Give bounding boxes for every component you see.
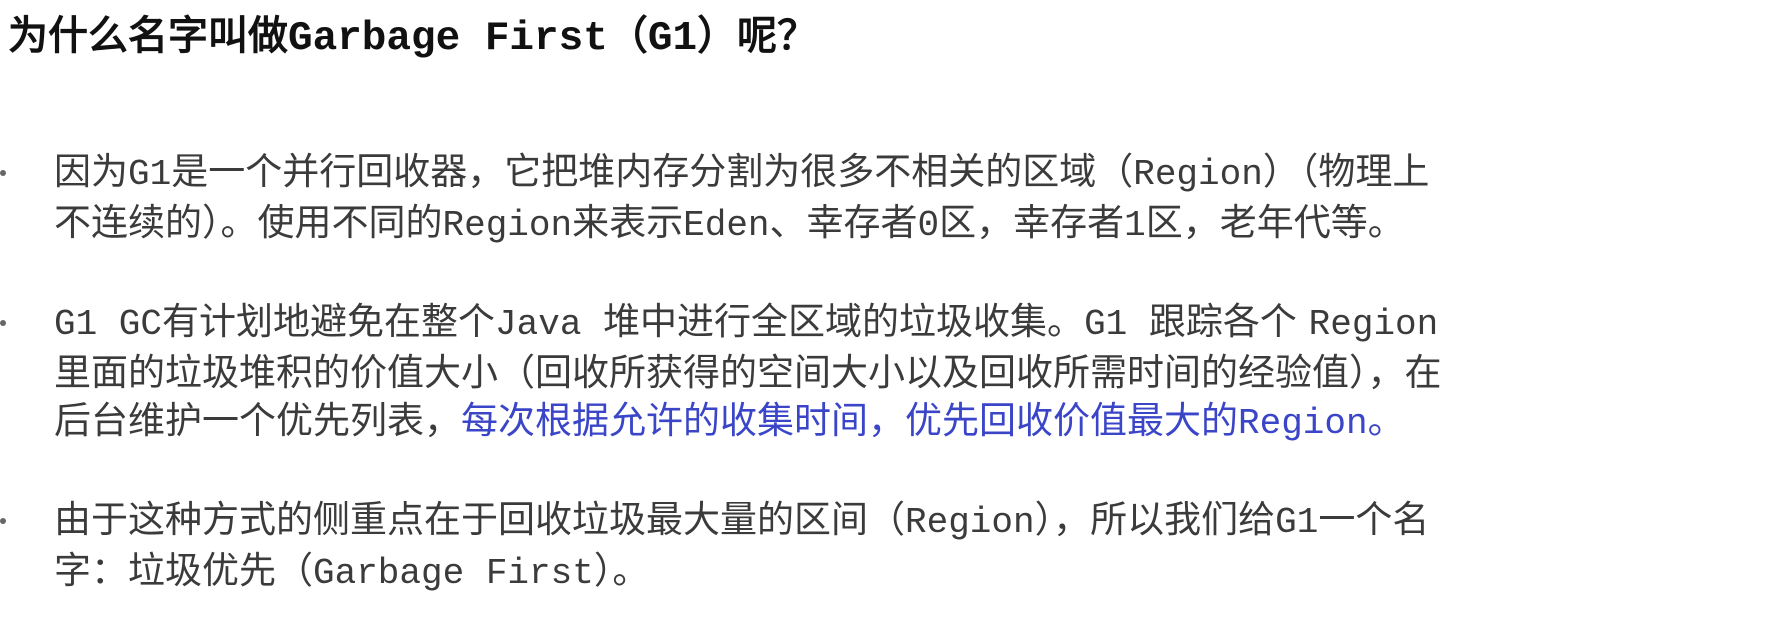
text-run: 1 <box>1124 205 1146 246</box>
bullet-item-priority-list: G1 GC有计划地避免在整个Java 堆中进行全区域的垃圾收集。G1 跟踪各个 … <box>0 298 1768 448</box>
text-run: 堆中进行全区域的垃圾收集。 <box>603 300 1085 343</box>
title-abbr: G1 <box>647 16 698 62</box>
bullet-line: G1 GC有计划地避免在整个Java 堆中进行全区域的垃圾收集。G1 跟踪各个 … <box>54 298 1756 349</box>
bullet-dot-icon <box>0 320 6 326</box>
text-run: Java <box>495 304 604 345</box>
text-run: 有计划地避免在整个 <box>162 300 496 343</box>
text-run: G1 <box>1084 304 1149 345</box>
bullet-line: 由于这种方式的侧重点在于回收垃圾最大量的区间（Region），所以我们给G1一个… <box>54 496 1756 547</box>
text-run: 字：垃圾优先（ <box>54 549 313 592</box>
text-run: ）（物理上 <box>1262 150 1430 193</box>
bullet-item-parallel-collector: 因为G1是一个并行回收器，它把堆内存分割为很多不相关的区域（Region）（物理… <box>0 148 1768 250</box>
bullet-line: 因为G1是一个并行回收器，它把堆内存分割为很多不相关的区域（Region）（物理… <box>54 148 1756 199</box>
bullet-list: 因为G1是一个并行回收器，它把堆内存分割为很多不相关的区域（Region）（物理… <box>0 148 1768 598</box>
title-term: Garbage First <box>288 16 608 62</box>
page-title: 为什么名字叫做Garbage First（G1）呢？ <box>8 8 817 67</box>
text-run: Region <box>1308 304 1439 345</box>
bullet-item-garbage-first-name: 由于这种方式的侧重点在于回收垃圾最大量的区间（Region），所以我们给G1一个… <box>0 496 1768 598</box>
highlighted-text: 。 <box>1367 399 1405 442</box>
bullet-line: 不连续的）。使用不同的Region来表示Eden、幸存者0区，幸存者1区，老年代… <box>54 199 1756 250</box>
text-run: Eden <box>683 205 770 246</box>
bullet-dot-icon <box>0 518 6 524</box>
text-run: Garbage First <box>313 553 594 594</box>
bullet-line: 字：垃圾优先（Garbage First）。 <box>54 547 1756 598</box>
text-run: G1 <box>1275 502 1319 543</box>
text-run: 是一个并行回收器，它把堆内存分割为很多不相关的区域（ <box>171 150 1134 193</box>
text-run: 区，老年代等。 <box>1145 201 1405 244</box>
text-run: Region <box>905 502 1035 543</box>
text-run: 跟踪各个 <box>1148 300 1309 343</box>
highlighted-text: 每次根据允许的收集时间，优先回收价值最大的 <box>461 399 1238 442</box>
title-suffix: 呢？ <box>737 13 818 59</box>
text-run: G1 GC <box>54 304 163 345</box>
text-run: ），所以我们给 <box>1034 498 1276 541</box>
bullet-line: 后台维护一个优先列表，每次根据允许的收集时间，优先回收价值最大的Region。 <box>54 397 1756 448</box>
text-run: 区，幸存者 <box>939 201 1125 244</box>
title-paren-close: ） <box>697 13 738 59</box>
bullet-line: 里面的垃圾堆积的价值大小（回收所获得的空间大小以及回收所需时间的经验值），在 <box>54 349 1756 397</box>
text-run: 由于这种方式的侧重点在于回收垃圾最大量的区间（ <box>54 498 905 541</box>
highlighted-text: Region <box>1238 403 1368 444</box>
text-run: 来表示 <box>572 201 684 244</box>
text-run: Region <box>1133 154 1263 195</box>
text-run: 后台维护一个优先列表， <box>54 399 461 442</box>
text-run: G1 <box>128 154 172 195</box>
text-run: ）。 <box>593 549 650 592</box>
text-run: 一个名 <box>1318 498 1430 541</box>
text-run: 0 <box>917 205 940 246</box>
text-run: 、幸存者 <box>769 201 918 244</box>
text-run: 里面的垃圾堆积的价值大小（回收所获得的空间大小以及回收所需时间的经验值），在 <box>54 351 1442 394</box>
title-prefix: 为什么名字叫做 <box>8 13 288 59</box>
text-run: 因为 <box>54 150 128 193</box>
bullet-dot-icon <box>0 170 6 176</box>
title-paren-open: （ <box>607 13 648 59</box>
text-run: 不连续的）。使用不同的 <box>54 201 443 244</box>
text-run: Region <box>442 205 573 246</box>
